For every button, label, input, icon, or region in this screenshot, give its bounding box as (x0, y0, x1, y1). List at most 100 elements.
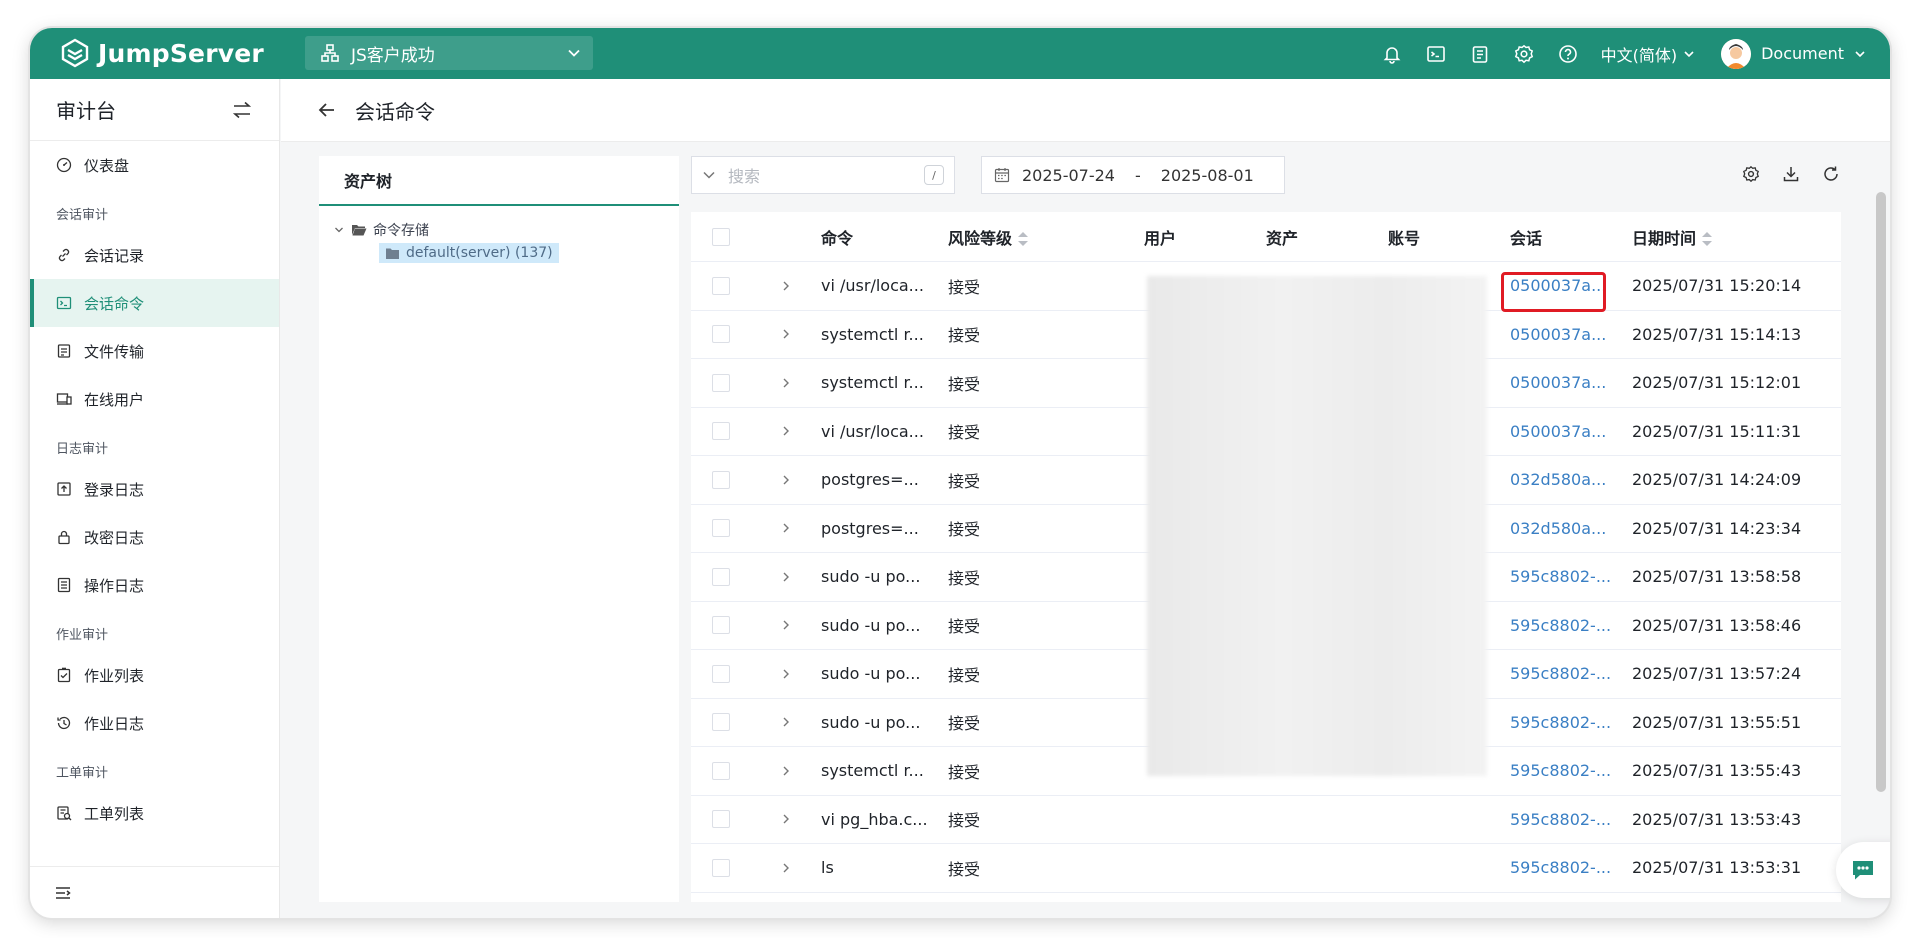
tree-node-default-server[interactable]: default(server) (137) (379, 243, 559, 263)
date-end[interactable]: 2025-08-01 (1161, 166, 1254, 185)
row-expand[interactable] (751, 619, 821, 631)
row-expand[interactable] (751, 328, 821, 340)
session-link[interactable]: 0500037a... (1510, 325, 1606, 344)
sort-icon[interactable] (1018, 232, 1029, 246)
cell-session[interactable]: 595c8802-... (1510, 567, 1632, 586)
session-link[interactable]: 032d580a... (1510, 470, 1606, 489)
row-checkbox[interactable] (712, 325, 730, 344)
chevron-right-icon[interactable] (780, 668, 792, 680)
row-checkbox[interactable] (712, 422, 730, 441)
row-expand[interactable] (751, 377, 821, 389)
session-link[interactable]: 595c8802-... (1510, 664, 1611, 683)
row-checkbox[interactable] (712, 373, 730, 392)
vertical-scrollbar[interactable] (1876, 192, 1886, 792)
chevron-right-icon[interactable] (780, 813, 792, 825)
row-expand[interactable] (751, 474, 821, 486)
row-checkbox[interactable] (712, 713, 730, 732)
row-checkbox[interactable] (712, 519, 730, 538)
cell-session[interactable]: 032d580a... (1510, 470, 1632, 489)
sidebar-item-file-transfer[interactable]: 文件传输 (30, 327, 279, 375)
sidebar-item-session-records[interactable]: 会话记录 (30, 231, 279, 279)
chevron-right-icon[interactable] (780, 425, 792, 437)
row-expand[interactable] (751, 765, 821, 777)
date-range-picker[interactable]: 2025-07-24 - 2025-08-01 (981, 156, 1285, 194)
gear-icon[interactable] (1513, 43, 1535, 65)
header-risk[interactable]: 风险等级 (948, 225, 1144, 249)
back-arrow-icon[interactable] (317, 100, 337, 120)
chevron-right-icon[interactable] (780, 328, 792, 340)
chevron-right-icon[interactable] (780, 522, 792, 534)
sidebar-item-job-log[interactable]: 作业日志 (30, 699, 279, 747)
sidebar-item-online-users[interactable]: 在线用户 (30, 375, 279, 423)
session-link[interactable]: 595c8802-... (1510, 810, 1611, 829)
chevron-right-icon[interactable] (780, 862, 792, 874)
download-icon[interactable] (1782, 165, 1800, 183)
cell-session[interactable]: 595c8802-... (1510, 858, 1632, 877)
row-checkbox[interactable] (712, 470, 730, 489)
chevron-right-icon[interactable] (780, 377, 792, 389)
sort-icon[interactable] (1702, 232, 1713, 246)
select-all-checkbox[interactable] (712, 227, 730, 246)
sidebar-item-session-commands[interactable]: 会话命令 (30, 279, 279, 327)
chevron-right-icon[interactable] (780, 765, 792, 777)
cell-session[interactable]: 0500037a... (1510, 325, 1632, 344)
sidebar-item-login-log[interactable]: 登录日志 (30, 465, 279, 513)
sidebar-item-password-change-log[interactable]: 改密日志 (30, 513, 279, 561)
chevron-right-icon[interactable] (780, 619, 792, 631)
tab-asset-tree[interactable]: 资产树 (319, 156, 679, 206)
sidebar-item-operation-log[interactable]: 操作日志 (30, 561, 279, 609)
caret-down-icon[interactable] (333, 224, 345, 236)
row-checkbox[interactable] (712, 616, 730, 635)
cell-session[interactable]: 595c8802-... (1510, 664, 1632, 683)
session-link[interactable]: 595c8802-... (1510, 616, 1611, 635)
settings-icon[interactable] (1742, 165, 1760, 183)
chevron-down-icon[interactable] (702, 168, 716, 182)
row-checkbox[interactable] (712, 664, 730, 683)
sidebar-item-job-list[interactable]: 作业列表 (30, 651, 279, 699)
row-checkbox[interactable] (712, 276, 730, 295)
row-checkbox[interactable] (712, 858, 730, 877)
chevron-right-icon[interactable] (780, 571, 792, 583)
cell-session[interactable]: 0500037a... (1510, 373, 1632, 392)
help-icon[interactable] (1557, 43, 1579, 65)
chevron-right-icon[interactable] (780, 280, 792, 292)
search-input[interactable]: 搜索 / (691, 156, 955, 194)
logo[interactable]: JumpServer (60, 36, 264, 70)
row-expand[interactable] (751, 668, 821, 680)
session-link[interactable]: 595c8802-... (1510, 713, 1611, 732)
tree-node-command-storage[interactable]: 命令存储 (333, 220, 429, 240)
row-checkbox[interactable] (712, 567, 730, 586)
date-start[interactable]: 2025-07-24 (1022, 166, 1115, 185)
clipboard-icon[interactable] (1469, 43, 1491, 65)
sidebar-item-ticket-list[interactable]: 工单列表 (30, 789, 279, 837)
row-expand[interactable] (751, 571, 821, 583)
session-link[interactable]: 032d580a... (1510, 519, 1606, 538)
header-datetime[interactable]: 日期时间 (1632, 225, 1832, 249)
cell-session[interactable]: 0500037a... (1510, 422, 1632, 441)
terminal-icon[interactable] (1425, 43, 1447, 65)
session-link[interactable]: 595c8802-... (1510, 567, 1611, 586)
switch-view-icon[interactable] (231, 99, 253, 121)
cell-session[interactable]: 595c8802-... (1510, 616, 1632, 635)
org-select[interactable]: JS客户成功 (305, 36, 593, 70)
chevron-right-icon[interactable] (780, 716, 792, 728)
cell-session[interactable]: 032d580a... (1510, 519, 1632, 538)
sidebar-item-dashboard[interactable]: 仪表盘 (30, 141, 279, 189)
table-row[interactable]: ls 接受 595c8802-... 2025/07/31 13:53:31 (691, 844, 1841, 893)
user-menu[interactable]: Document (1721, 38, 1866, 69)
row-expand[interactable] (751, 813, 821, 825)
session-link[interactable]: 0500037a... (1510, 373, 1606, 392)
cell-session[interactable]: 595c8802-... (1510, 761, 1632, 780)
chevron-right-icon[interactable] (780, 474, 792, 486)
session-link[interactable]: 595c8802-... (1510, 761, 1611, 780)
row-expand[interactable] (751, 716, 821, 728)
row-checkbox[interactable] (712, 761, 730, 780)
refresh-icon[interactable] (1822, 165, 1840, 183)
row-checkbox[interactable] (712, 810, 730, 829)
row-expand[interactable] (751, 862, 821, 874)
row-expand[interactable] (751, 522, 821, 534)
cell-session[interactable]: 595c8802-... (1510, 810, 1632, 829)
collapse-menu-icon[interactable] (54, 884, 72, 902)
row-expand[interactable] (751, 425, 821, 437)
session-link[interactable]: 595c8802-... (1510, 858, 1611, 877)
